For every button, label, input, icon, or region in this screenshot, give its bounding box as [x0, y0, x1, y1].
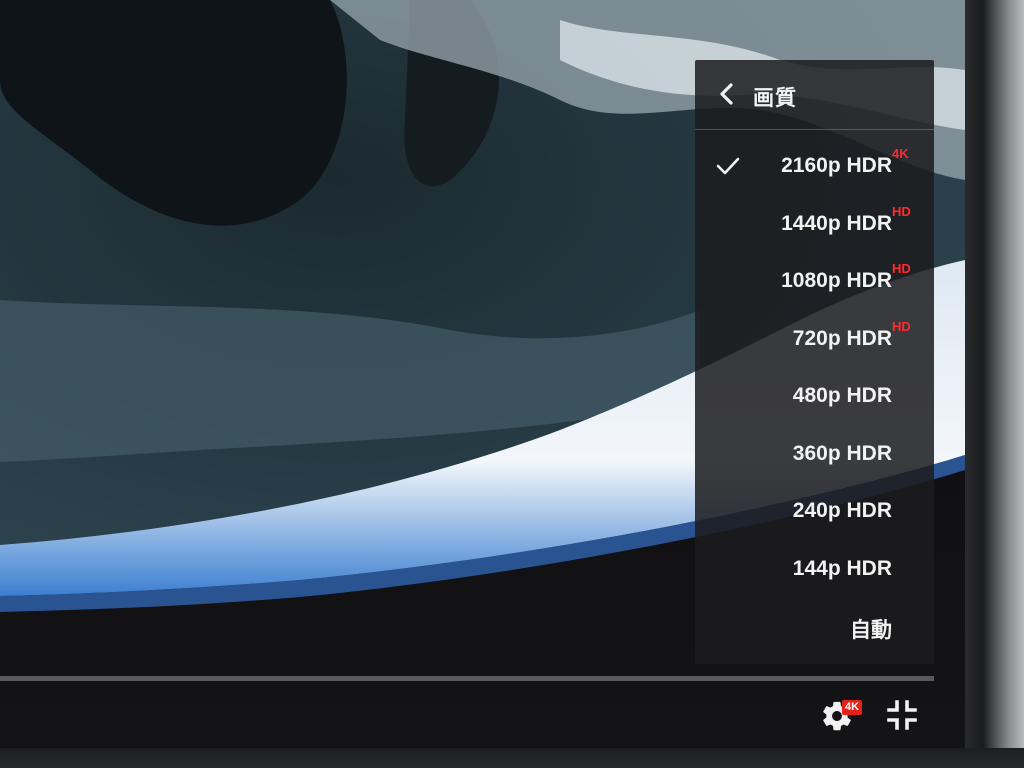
quality-option-label: 144p HDR — [792, 557, 892, 580]
quality-option-label: 720p HDR — [792, 327, 892, 350]
quality-option-label: 1440p HDR — [781, 212, 892, 235]
quality-option-auto[interactable]: 自動 — [695, 600, 934, 654]
quality-option-360p[interactable]: 360p HDR — [695, 428, 934, 482]
progress-bar[interactable] — [0, 676, 934, 681]
quality-badge: HD — [892, 319, 911, 334]
monitor-bezel-bottom — [0, 748, 1024, 768]
quality-option-label: 自動 — [850, 619, 892, 642]
quality-option-1440p[interactable]: 1440p HDR HD — [695, 198, 934, 252]
menu-title: 画質 — [753, 87, 797, 110]
quality-option-label: 1080p HDR — [781, 269, 892, 292]
quality-option-480p[interactable]: 480p HDR — [695, 370, 934, 424]
settings-quality-badge: 4K — [842, 700, 863, 715]
quality-menu: 画質 2160p HDR 4K 1440p HDR HD 1080p HDR H… — [695, 60, 934, 664]
quality-option-2160p[interactable]: 2160p HDR 4K — [695, 140, 934, 194]
quality-option-720p[interactable]: 720p HDR HD — [695, 313, 934, 367]
checkmark-icon — [716, 157, 740, 175]
exit-fullscreen-icon — [887, 700, 917, 730]
quality-option-label: 480p HDR — [792, 384, 892, 407]
quality-option-label: 2160p HDR — [781, 154, 892, 177]
quality-option-label: 240p HDR — [792, 499, 892, 522]
video-player[interactable]: 画質 2160p HDR 4K 1440p HDR HD 1080p HDR H… — [0, 0, 965, 748]
quality-badge: 4K — [892, 146, 909, 161]
quality-option-1080p[interactable]: 1080p HDR HD — [695, 255, 934, 309]
quality-badge: HD — [892, 261, 911, 276]
exit-fullscreen-button[interactable] — [882, 697, 922, 733]
quality-option-label: 360p HDR — [792, 442, 892, 465]
menu-header[interactable]: 画質 — [695, 60, 934, 130]
settings-button[interactable]: 4K — [818, 697, 864, 733]
quality-badge: HD — [892, 204, 911, 219]
quality-option-240p[interactable]: 240p HDR — [695, 485, 934, 539]
chevron-left-icon[interactable] — [717, 82, 737, 106]
quality-option-144p[interactable]: 144p HDR — [695, 543, 934, 597]
monitor-bezel-right — [965, 0, 1024, 768]
